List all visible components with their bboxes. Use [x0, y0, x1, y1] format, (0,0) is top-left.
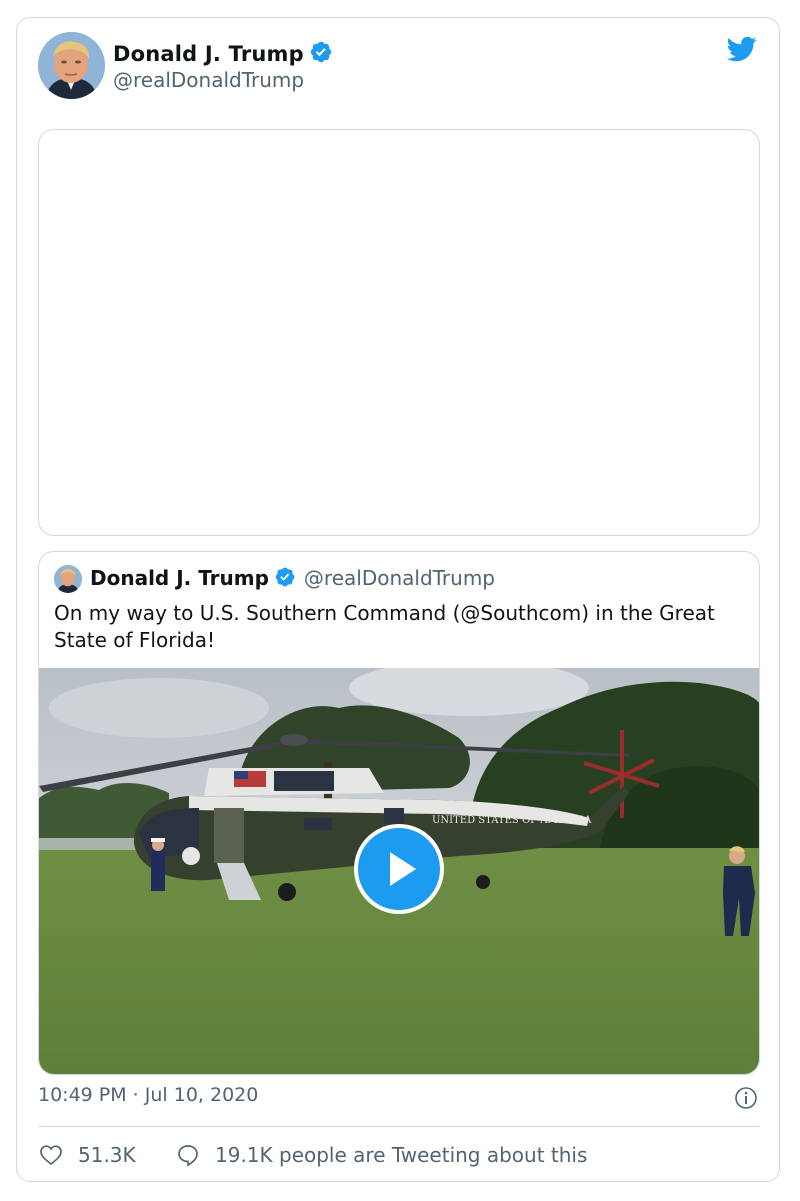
quoted-tweet-text: On my way to U.S. Southern Command (@Sou…: [54, 601, 715, 652]
divider: [38, 1126, 760, 1127]
avatar[interactable]: [38, 32, 105, 99]
author-name-text[interactable]: Donald J. Trump: [113, 42, 304, 66]
heart-icon: [40, 1145, 62, 1166]
author-handle[interactable]: @realDonaldTrump: [113, 68, 304, 92]
twitter-bird-icon[interactable]: [725, 34, 759, 64]
quoted-author-name[interactable]: Donald J. Trump: [90, 566, 269, 590]
quoted-author-handle[interactable]: @realDonaldTrump: [304, 566, 495, 590]
conversation-link[interactable]: 19.1K people are Tweeting about this: [175, 1140, 587, 1170]
info-icon[interactable]: [734, 1086, 758, 1110]
author-name[interactable]: Donald J. Trump: [113, 40, 333, 66]
helicopter-label: UNITED STATES OF AMERICA: [432, 815, 592, 826]
verified-badge-icon: [310, 41, 332, 63]
quoted-header: Donald J. Trump @realDonaldTrump: [90, 566, 495, 590]
media-placeholder[interactable]: [38, 129, 760, 536]
play-button[interactable]: [354, 824, 444, 914]
like-button[interactable]: 51.3K: [38, 1140, 136, 1170]
quoted-avatar[interactable]: [54, 565, 82, 593]
quoted-tweet[interactable]: Donald J. Trump @realDonaldTrump On my wa…: [38, 551, 760, 1075]
conversation-text: 19.1K people are Tweeting about this: [215, 1143, 588, 1167]
like-count: 51.3K: [78, 1143, 136, 1167]
video-thumbnail[interactable]: UNITED STATES OF AMERICA: [39, 668, 759, 1074]
play-icon: [390, 852, 416, 886]
verified-badge-icon: [275, 567, 295, 587]
tweet-card: Donald J. Trump @realDonaldTrump Donald …: [16, 17, 780, 1182]
tweet-timestamp[interactable]: 10:49 PM · Jul 10, 2020: [38, 1084, 258, 1106]
speech-bubble-icon: [178, 1145, 198, 1167]
